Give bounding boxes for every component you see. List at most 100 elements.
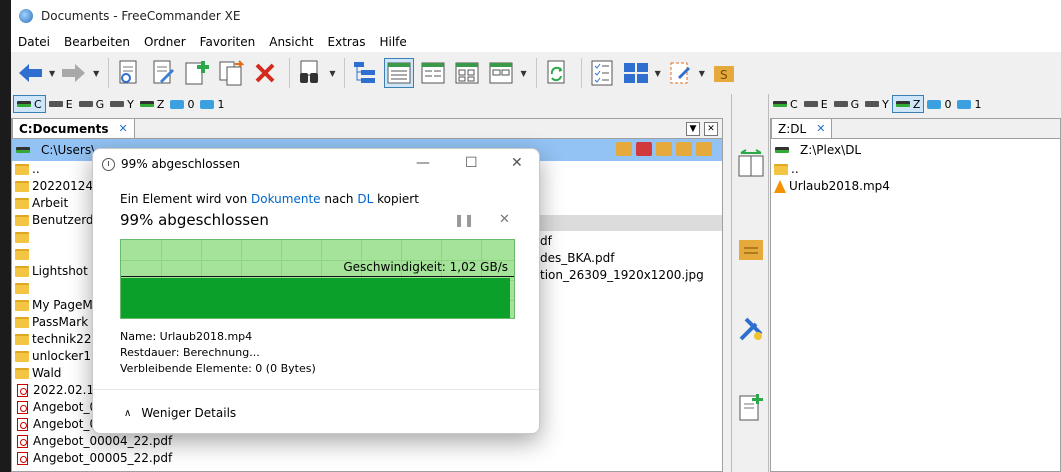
menu-favoriten[interactable]: Favoriten bbox=[193, 35, 263, 49]
maximize-icon[interactable]: ☐ bbox=[465, 155, 478, 171]
search-button[interactable] bbox=[295, 58, 325, 88]
left-path[interactable]: C:\Users\ bbox=[41, 143, 95, 157]
folder-up-icon[interactable] bbox=[656, 142, 672, 156]
drive-g-button[interactable]: G bbox=[831, 95, 863, 113]
settings-button[interactable] bbox=[665, 58, 695, 88]
chevron-down-icon[interactable]: ▼ bbox=[93, 69, 99, 78]
drive-icon bbox=[110, 101, 125, 107]
toolbar-separator bbox=[535, 58, 537, 88]
layout-button[interactable] bbox=[621, 58, 651, 88]
list-view-button[interactable] bbox=[418, 58, 448, 88]
drive-y-button[interactable]: Y bbox=[862, 95, 892, 113]
close-tab-button[interactable]: ✕ bbox=[704, 122, 718, 136]
drive-z-button[interactable]: Z bbox=[891, 95, 925, 113]
new-file-button[interactable] bbox=[182, 58, 212, 88]
drive-e-button[interactable]: E bbox=[801, 95, 831, 113]
back-button[interactable] bbox=[15, 58, 45, 88]
folder-icon bbox=[15, 249, 29, 260]
drive-icon bbox=[775, 147, 789, 153]
checklist-icon bbox=[591, 60, 613, 86]
view-file-button[interactable] bbox=[114, 58, 144, 88]
right-path[interactable]: Z:\Plex\DL bbox=[800, 143, 861, 157]
copy-button[interactable] bbox=[216, 58, 246, 88]
source-link[interactable]: Dokumente bbox=[251, 192, 321, 206]
forward-button[interactable] bbox=[59, 58, 89, 88]
folder-icon bbox=[15, 215, 29, 226]
delete-button[interactable] bbox=[250, 58, 280, 88]
chevron-down-icon[interactable]: ▼ bbox=[699, 69, 705, 78]
target-link[interactable]: DL bbox=[357, 192, 373, 206]
drive-g-button[interactable]: G bbox=[76, 95, 108, 113]
drive-1-button[interactable]: 1 bbox=[954, 95, 984, 113]
close-icon[interactable]: ✕ bbox=[816, 122, 825, 135]
clock-icon bbox=[102, 157, 115, 171]
tree-view-button[interactable] bbox=[350, 58, 380, 88]
tab-dl[interactable]: Z:DL ✕ bbox=[771, 118, 833, 138]
list-item[interactable]: Angebot_00004_22.pdf bbox=[12, 433, 172, 450]
list-item[interactable]: tion_26309_1920x1200.jpg bbox=[540, 267, 704, 284]
list-item[interactable]: des_BKA.pdf bbox=[540, 250, 704, 267]
close-icon[interactable]: ✕ bbox=[511, 155, 523, 171]
cancel-button[interactable]: ✕ bbox=[499, 212, 510, 227]
details-view-button[interactable] bbox=[384, 58, 415, 88]
file-name: Name: Urlaub2018.mp4 bbox=[120, 330, 253, 343]
home-folder-icon[interactable] bbox=[696, 142, 712, 156]
tab-list-button[interactable]: ▼ bbox=[686, 122, 700, 136]
menu-datei[interactable]: Datei bbox=[11, 35, 57, 49]
list-item[interactable]: Angebot_00005_22.pdf bbox=[12, 450, 172, 467]
sync-button[interactable] bbox=[542, 58, 572, 88]
checklist-button[interactable] bbox=[587, 58, 617, 88]
vlc-file-icon bbox=[774, 180, 786, 193]
compare-panels-icon[interactable] bbox=[736, 148, 766, 178]
toolbar: ▼ ▼ ▼ ▼ ▼ ▼ S bbox=[11, 52, 1061, 94]
close-icon[interactable]: ✕ bbox=[119, 122, 128, 135]
list-item[interactable]: df bbox=[540, 233, 704, 250]
drive-y-button[interactable]: Y bbox=[107, 95, 137, 113]
drive-c-button[interactable]: C bbox=[13, 95, 46, 113]
minimize-icon[interactable]: — bbox=[416, 155, 430, 171]
chevron-down-icon[interactable]: ▼ bbox=[329, 69, 335, 78]
panel-splitter[interactable] bbox=[723, 94, 731, 472]
drive-c-button[interactable]: C bbox=[770, 95, 801, 113]
new-document-icon[interactable] bbox=[736, 392, 766, 422]
history-icon[interactable] bbox=[616, 142, 632, 156]
arrow-left-icon bbox=[19, 64, 42, 82]
drive-0-button[interactable]: 0 bbox=[924, 95, 954, 113]
list-item[interactable]: Urlaub2018.mp4 bbox=[771, 178, 1060, 195]
drive-z-button[interactable]: Z bbox=[137, 95, 168, 113]
document-add-icon bbox=[185, 61, 210, 85]
edit-file-button[interactable] bbox=[148, 58, 178, 88]
thumbnail-view-icon bbox=[455, 62, 479, 84]
less-details-button[interactable]: ∧ Weniger Details bbox=[124, 406, 236, 420]
drive-0-button[interactable]: 0 bbox=[167, 95, 197, 113]
drive-icon bbox=[17, 101, 31, 107]
tab-documents[interactable]: C:Documents ✕ bbox=[12, 118, 135, 138]
menu-bearbeiten[interactable]: Bearbeiten bbox=[57, 35, 137, 49]
thumbnail-view-button[interactable] bbox=[452, 58, 482, 88]
menu-hilfe[interactable]: Hilfe bbox=[372, 35, 413, 49]
favorites-icon[interactable] bbox=[636, 142, 652, 156]
list-item[interactable]: .. bbox=[771, 161, 1060, 178]
drive-1-button[interactable]: 1 bbox=[197, 95, 227, 113]
desktop-edge bbox=[0, 0, 11, 472]
menu-extras[interactable]: Extras bbox=[321, 35, 373, 49]
folder-icon bbox=[15, 266, 29, 277]
chevron-down-icon[interactable]: ▼ bbox=[655, 69, 661, 78]
tools-icon[interactable] bbox=[736, 314, 766, 344]
drive-e-button[interactable]: E bbox=[46, 95, 76, 113]
remaining-time: Restdauer: Berechnung... bbox=[120, 346, 260, 359]
arrow-right-icon bbox=[62, 64, 86, 82]
menu-ansicht[interactable]: Ansicht bbox=[262, 35, 320, 49]
pause-button[interactable]: ❚❚ bbox=[454, 213, 474, 227]
folder-list-icon[interactable] bbox=[736, 234, 766, 264]
folder-icon bbox=[15, 198, 29, 209]
drive-icon bbox=[865, 101, 880, 107]
menu-ordner[interactable]: Ordner bbox=[137, 35, 193, 49]
copy-icon bbox=[219, 60, 245, 86]
root-folder-icon[interactable] bbox=[676, 142, 692, 156]
right-path-bar: Z:\Plex\DL bbox=[771, 139, 1060, 161]
chevron-down-icon[interactable]: ▼ bbox=[520, 69, 526, 78]
chevron-down-icon[interactable]: ▼ bbox=[49, 69, 55, 78]
icon-view-button[interactable] bbox=[486, 58, 516, 88]
script-button[interactable]: S bbox=[709, 58, 739, 88]
